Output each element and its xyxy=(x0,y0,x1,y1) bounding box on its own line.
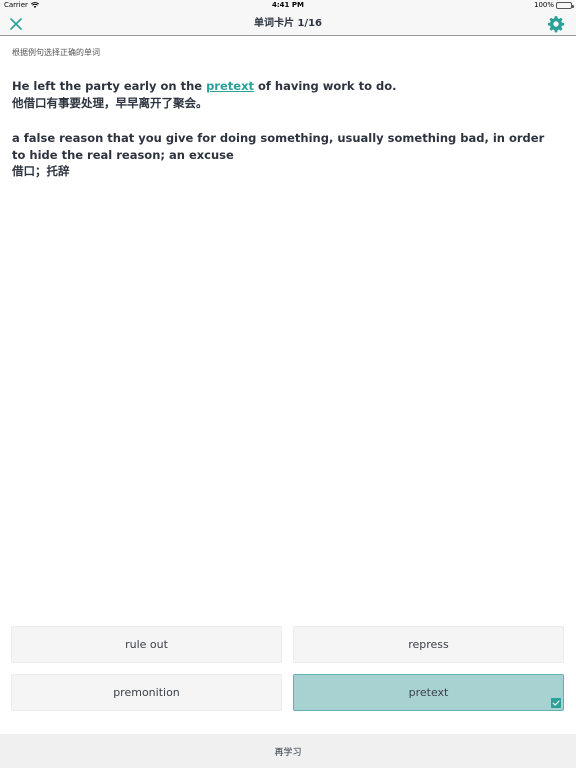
option-label: repress xyxy=(408,638,449,651)
option-premonition[interactable]: premonition xyxy=(11,674,282,711)
status-battery: 100% xyxy=(533,1,574,9)
checkmark-icon xyxy=(551,698,561,708)
option-rule-out[interactable]: rule out xyxy=(11,626,282,663)
option-label: premonition xyxy=(113,686,180,699)
example-sentence-en: He left the party early on the pretext o… xyxy=(12,79,396,93)
instruction-text: 根据例句选择正确的单词 xyxy=(12,48,100,57)
example-en-before: He left the party early on the xyxy=(12,79,207,93)
battery-icon xyxy=(556,1,574,9)
definition-zh: 借口；托辞 xyxy=(12,164,70,178)
word-card-screen: Carrier 4:41 PM 100% 单词卡片 1/16 根据例句选择正确的… xyxy=(0,0,576,768)
status-bar: Carrier 4:41 PM 100% xyxy=(0,0,576,12)
relearn-label: 再学习 xyxy=(274,747,302,758)
option-pretext[interactable]: pretext xyxy=(293,674,564,711)
status-time: 4:41 PM xyxy=(272,1,304,9)
nav-bar: 单词卡片 1/16 xyxy=(0,12,576,36)
option-label: rule out xyxy=(125,638,168,651)
relearn-button[interactable]: 再学习 xyxy=(0,734,576,768)
answer-word-link[interactable]: pretext xyxy=(206,79,254,93)
option-label: pretext xyxy=(408,686,449,699)
page-title: 单词卡片 1/16 xyxy=(253,18,322,29)
option-repress[interactable]: repress xyxy=(293,626,564,663)
battery-label: 100% xyxy=(533,1,554,9)
example-en-after: of having work to do. xyxy=(254,79,397,93)
example-sentence-zh: 他借口有事要处理，早早离开了聚会。 xyxy=(12,96,208,110)
gear-icon[interactable] xyxy=(547,15,565,33)
definition-en: a false reason that you give for doing s… xyxy=(12,131,545,162)
